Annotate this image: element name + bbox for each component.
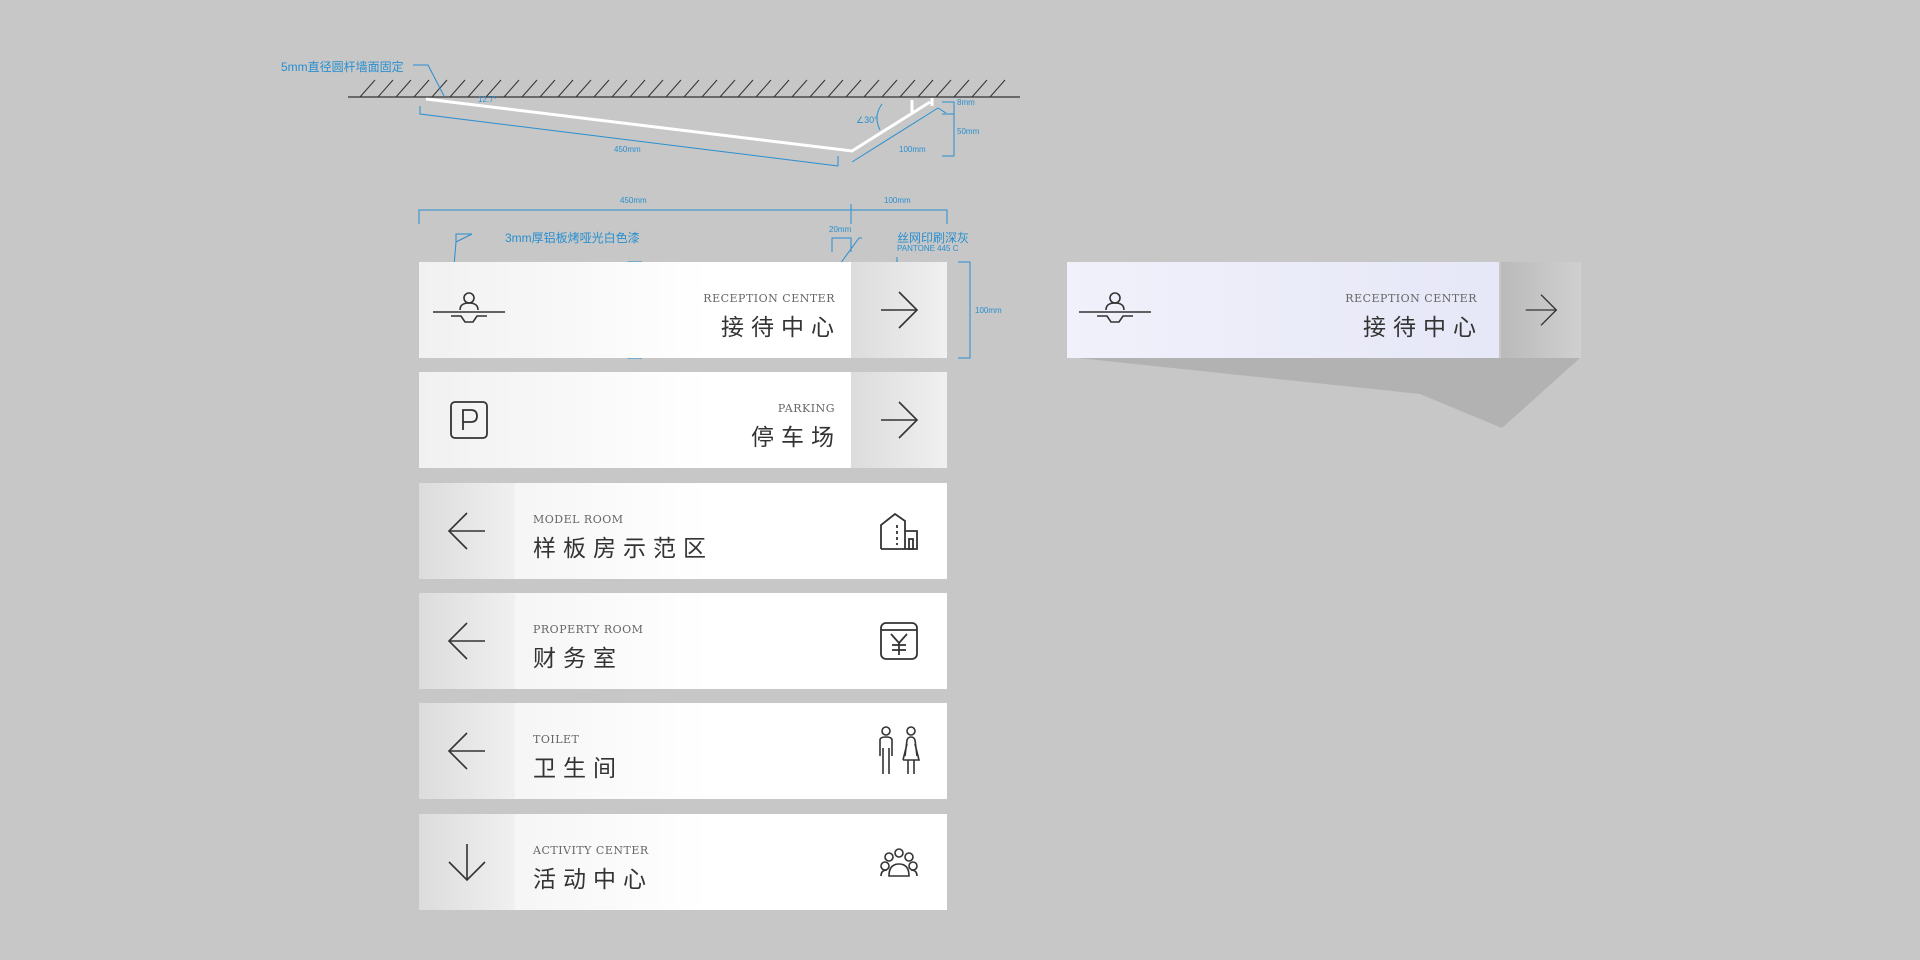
preview-en-label: RECEPTION CENTER [1345, 292, 1477, 305]
arrow-box [419, 483, 515, 579]
sign-en-label: RECEPTION CENTER [703, 292, 835, 305]
sign-en-label: TOILET [533, 733, 580, 746]
sign-zh-label: 停车场 [751, 425, 841, 451]
arrow-right-icon [881, 291, 919, 329]
yen-icon [869, 611, 929, 671]
arrow-box [419, 703, 515, 799]
arrow-down-icon [448, 844, 486, 882]
arrow-box [419, 593, 515, 689]
sign-parking: PARKING 停车场 [419, 372, 947, 468]
arrow-right-icon [1525, 294, 1558, 326]
sign-zh-label: 活动中心 [533, 867, 653, 893]
sign-en-label: MODEL ROOM [533, 513, 624, 526]
sign-model-room: MODEL ROOM 样板房示范区 [419, 483, 947, 579]
restroom-icon [869, 721, 929, 781]
arrow-left-icon [447, 512, 485, 550]
dim-100mm-label: 100mm [884, 196, 911, 205]
front-dimension-lines [418, 204, 971, 359]
arrow-left-icon [447, 622, 485, 660]
parking-icon [431, 390, 507, 450]
sign-en-label: PROPERTY ROOM [533, 623, 644, 636]
preview-sign: RECEPTION CENTER 接待中心 [1067, 262, 1499, 358]
arrow-box [851, 262, 947, 358]
material-note: 3mm厚铝板烤哑光白色漆 [505, 231, 640, 245]
sign-zh-label: 卫生间 [533, 756, 623, 782]
reception-desk-icon [431, 280, 507, 340]
sign-reception-center: RECEPTION CENTER 接待中心 [419, 262, 947, 358]
preview-zh-label: 接待中心 [1363, 315, 1483, 341]
preview-arrow-box [1501, 262, 1581, 358]
arrow-box [419, 814, 515, 910]
preview-shadow [1078, 358, 1580, 428]
sign-zh-label: 财务室 [533, 646, 623, 672]
sign-toilet: TOILET 卫生间 [419, 703, 947, 799]
house-icon [869, 501, 929, 561]
sign-en-label: PARKING [777, 402, 835, 415]
arrow-box [851, 372, 947, 468]
reception-desk-icon [1077, 290, 1153, 330]
group-icon [869, 832, 929, 892]
dim-20mm-label: 20mm [829, 225, 852, 234]
sign-en-label: ACTIVITY CENTER [533, 844, 649, 857]
sign-property-room: PROPERTY ROOM 财务室 [419, 593, 947, 689]
dim-100mm-height-label: 100mm [975, 306, 1002, 315]
pantone-note: PANTONE 445 C [897, 244, 959, 253]
dim-450mm-label: 450mm [620, 196, 647, 205]
sign-zh-label: 样板房示范区 [533, 536, 713, 562]
arrow-right-icon [881, 401, 919, 439]
sign-activity-center: ACTIVITY CENTER 活动中心 [419, 814, 947, 910]
sign-zh-label: 接待中心 [721, 315, 841, 341]
arrow-left-icon [447, 732, 485, 770]
